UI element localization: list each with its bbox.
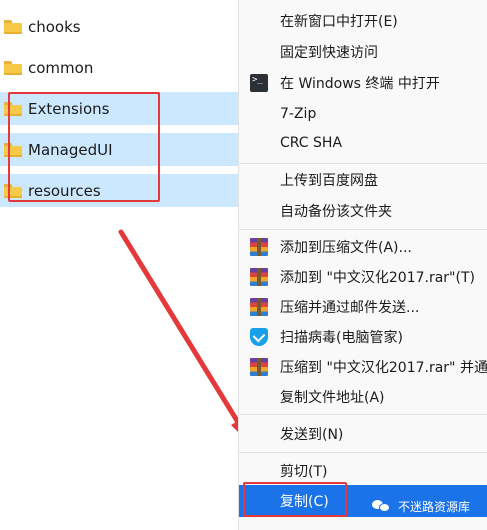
annotation-box-copy — [243, 482, 347, 517]
menu-item-label: 在新窗口中打开(E) — [280, 14, 398, 30]
menu-item-7zip[interactable]: 7-Zip — [239, 99, 487, 129]
menu-item-scan-virus[interactable]: 扫描病毒(电脑管家) — [239, 322, 487, 352]
menu-item-label: 添加到 "中文汉化2017.rar"(T) — [280, 270, 475, 286]
menu-separator — [239, 163, 487, 164]
menu-item-label: 在 Windows 终端 中打开 — [280, 76, 440, 92]
winrar-icon — [250, 358, 268, 376]
context-menu: 在新窗口中打开(E) 固定到快速访问 在 Windows 终端 中打开 7-Zi… — [238, 0, 487, 530]
menu-item-compress-email[interactable]: 压缩并通过邮件发送... — [239, 292, 487, 322]
menu-item-label: 添加到压缩文件(A)... — [280, 240, 412, 256]
menu-item-label: 7-Zip — [280, 106, 317, 122]
menu-item-label: 固定到快速访问 — [280, 45, 378, 61]
winrar-icon — [250, 238, 268, 256]
tencent-shield-icon — [250, 328, 268, 346]
menu-item-add-to-archive[interactable]: 添加到压缩文件(A)... — [239, 232, 487, 262]
menu-item-pin-quick-access[interactable]: 固定到快速访问 — [239, 37, 487, 67]
menu-item-copy-path[interactable]: 复制文件地址(A) — [239, 382, 487, 412]
menu-separator — [239, 229, 487, 230]
winrar-icon — [250, 268, 268, 286]
menu-item-upload-baidu[interactable]: 上传到百度网盘 — [239, 165, 487, 195]
menu-separator — [239, 452, 487, 453]
menu-item-label: CRC SHA — [280, 135, 343, 151]
chat-bubbles-icon — [372, 499, 392, 513]
menu-item-label: 发送到(N) — [280, 427, 344, 443]
menu-item-label: 剪切(T) — [280, 464, 328, 480]
watermark: 不迷路资源库 — [372, 496, 470, 516]
menu-item-label: 压缩到 "中文汉化2017.rar" 并通过邮件发送 — [280, 360, 487, 376]
menu-item-label: 扫描病毒(电脑管家) — [280, 330, 403, 346]
menu-separator — [239, 414, 487, 415]
menu-item-label: 上传到百度网盘 — [280, 173, 378, 189]
watermark-text: 不迷路资源库 — [398, 499, 471, 514]
menu-item-send-to[interactable]: 发送到(N) — [239, 419, 487, 449]
menu-item-label: 自动备份该文件夹 — [280, 204, 392, 220]
menu-item-add-to-rar[interactable]: 添加到 "中文汉化2017.rar"(T) — [239, 262, 487, 292]
menu-item-label: 复制文件地址(A) — [280, 390, 385, 406]
menu-item-label: 压缩并通过邮件发送... — [280, 300, 420, 316]
menu-item-compress-rar-email[interactable]: 压缩到 "中文汉化2017.rar" 并通过邮件发送 — [239, 352, 487, 382]
terminal-icon — [250, 74, 268, 92]
menu-item-crc-sha[interactable]: CRC SHA — [239, 128, 487, 158]
menu-item-auto-backup[interactable]: 自动备份该文件夹 — [239, 196, 487, 226]
winrar-icon — [250, 298, 268, 316]
menu-item-open-in-terminal[interactable]: 在 Windows 终端 中打开 — [239, 68, 487, 98]
menu-item-open-new-window[interactable]: 在新窗口中打开(E) — [239, 6, 487, 36]
